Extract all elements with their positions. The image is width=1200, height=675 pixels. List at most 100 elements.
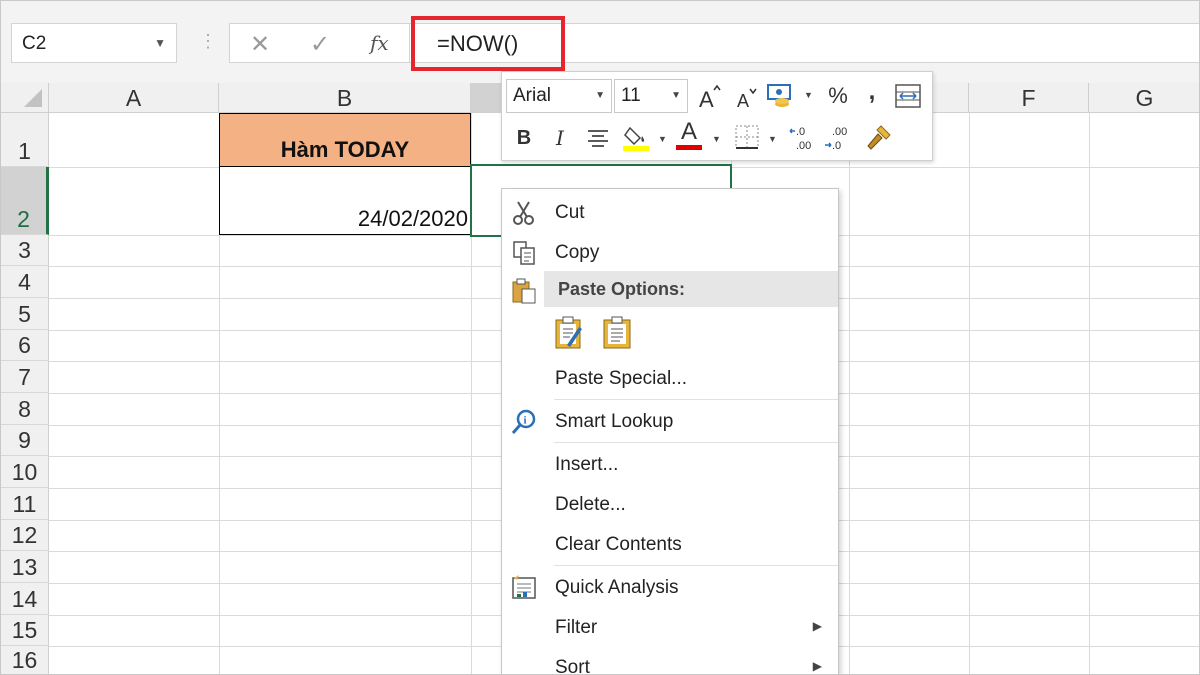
- chevron-down-icon[interactable]: ▼: [154, 36, 166, 50]
- menu-item-label: Cut: [555, 202, 585, 223]
- cell-b2[interactable]: 24/02/2020: [219, 166, 471, 235]
- mini-toolbar: Arial ▼ 11 ▼ A A ▼ % , B I ▼ A ▼ ▼ .0.00…: [501, 71, 933, 161]
- borders-icon[interactable]: [734, 124, 760, 150]
- svg-text:i: i: [524, 415, 527, 427]
- font-color-swatch: [676, 145, 702, 150]
- svg-text:.0: .0: [796, 126, 805, 138]
- fill-color-icon[interactable]: [622, 122, 652, 152]
- menu-item-label: Clear Contents: [555, 534, 682, 555]
- align-center-icon[interactable]: [586, 126, 610, 150]
- smart-lookup-icon: i: [511, 409, 536, 434]
- increase-decimal-icon[interactable]: .0.00: [788, 124, 818, 152]
- font-size-box[interactable]: 11 ▼: [614, 79, 688, 113]
- row-header-3[interactable]: 3: [1, 235, 49, 266]
- row-header-8[interactable]: 8: [1, 393, 49, 425]
- row-header-11[interactable]: 11: [1, 488, 49, 520]
- name-box-value: C2: [22, 33, 47, 54]
- row-header-2[interactable]: 2: [1, 167, 49, 235]
- merge-center-icon[interactable]: [894, 82, 922, 110]
- row-header-13[interactable]: 13: [1, 551, 49, 583]
- menu-item-label: Quick Analysis: [555, 577, 679, 598]
- menu-item-label: Paste Special...: [555, 368, 688, 389]
- chevron-down-icon[interactable]: ▼: [712, 134, 721, 144]
- svg-text:A: A: [699, 87, 714, 110]
- name-box[interactable]: C2 ▼: [11, 23, 177, 63]
- comma-style-button[interactable]: ,: [862, 80, 882, 104]
- row-header-9[interactable]: 9: [1, 425, 49, 456]
- row-header-10[interactable]: 10: [1, 456, 49, 488]
- menu-item-label: Copy: [555, 242, 600, 263]
- paste-values-icon[interactable]: [600, 315, 636, 351]
- row-header-14[interactable]: 14: [1, 583, 49, 615]
- menu-item-delete[interactable]: Delete...: [502, 485, 838, 523]
- chevron-right-icon: ▶: [812, 659, 822, 673]
- context-menu: Cut Copy Paste Options: Paste Special...…: [501, 188, 839, 675]
- chevron-right-icon: ▶: [812, 619, 822, 633]
- menu-item-clear-contents[interactable]: Clear Contents: [502, 525, 838, 563]
- svg-text:.0: .0: [832, 140, 841, 152]
- menu-item-sort[interactable]: Sort ▶: [502, 648, 838, 675]
- drag-handle-icon[interactable]: ⋮: [199, 31, 217, 52]
- column-header-g[interactable]: G: [1089, 83, 1199, 113]
- chevron-down-icon[interactable]: ▼: [658, 134, 667, 144]
- increase-font-size-icon[interactable]: A: [698, 84, 722, 110]
- gridline: [1089, 113, 1090, 674]
- accounting-format-icon[interactable]: [766, 82, 796, 110]
- menu-item-label: Insert...: [555, 454, 619, 475]
- menu-item-label: Delete...: [555, 494, 626, 515]
- cell-b1[interactable]: Hàm TODAY: [219, 113, 471, 167]
- menu-item-copy[interactable]: Copy: [502, 233, 838, 271]
- select-all-button[interactable]: [1, 83, 49, 113]
- format-painter-icon[interactable]: [864, 122, 894, 152]
- row-header-7[interactable]: 7: [1, 361, 49, 393]
- paste-icon: [512, 278, 536, 304]
- row-header-15[interactable]: 15: [1, 615, 49, 646]
- menu-item-filter[interactable]: Filter ▶: [502, 608, 838, 646]
- row-header-5[interactable]: 5: [1, 298, 49, 330]
- cancel-icon[interactable]: ✕: [250, 30, 270, 59]
- menu-separator: [554, 565, 838, 566]
- row-header-12[interactable]: 12: [1, 520, 49, 551]
- column-header-a[interactable]: A: [49, 83, 219, 113]
- row-header-4[interactable]: 4: [1, 266, 49, 298]
- svg-text:.00: .00: [832, 126, 847, 138]
- excel-window: C2 ▼ ⋮ ✕ ✓ fx =NOW() A B C D E F G: [0, 0, 1200, 675]
- column-header-f[interactable]: F: [969, 83, 1089, 113]
- menu-separator: [554, 442, 838, 443]
- percent-style-button[interactable]: %: [824, 84, 852, 108]
- menu-item-label: Smart Lookup: [555, 411, 674, 432]
- row-header-6[interactable]: 6: [1, 330, 49, 361]
- cell-b1-text: Hàm TODAY: [280, 137, 410, 162]
- bold-button[interactable]: B: [514, 126, 534, 150]
- decrease-decimal-icon[interactable]: .00.0: [824, 124, 854, 152]
- row-header-16[interactable]: 16: [1, 646, 49, 674]
- chevron-down-icon[interactable]: ▼: [804, 90, 813, 100]
- column-header-b[interactable]: B: [219, 83, 471, 113]
- paste-keep-formatting-icon[interactable]: [552, 315, 588, 351]
- menu-separator: [554, 399, 838, 400]
- font-color-button[interactable]: A: [676, 120, 702, 150]
- enter-icon[interactable]: ✓: [310, 30, 330, 59]
- row-header-1[interactable]: 1: [1, 113, 49, 167]
- italic-button[interactable]: I: [550, 126, 570, 150]
- menu-item-paste-special[interactable]: Paste Special...: [502, 359, 838, 397]
- paste-options-label: Paste Options:: [558, 279, 686, 299]
- chevron-down-icon[interactable]: ▼: [768, 134, 777, 144]
- paste-options-header: Paste Options:: [544, 271, 838, 307]
- menu-item-quick-analysis[interactable]: Quick Analysis: [502, 568, 838, 606]
- scissors-icon: [513, 201, 534, 225]
- decrease-font-size-icon[interactable]: A: [736, 86, 758, 110]
- menu-item-smart-lookup[interactable]: i Smart Lookup: [502, 402, 838, 440]
- insert-function-button[interactable]: fx: [370, 31, 389, 55]
- formula-buttons: ✕ ✓ fx: [229, 23, 409, 63]
- font-size-value: 11: [621, 85, 641, 106]
- font-name-box[interactable]: Arial ▼: [506, 79, 612, 113]
- formula-highlight-box: [411, 16, 565, 71]
- gridline: [969, 113, 970, 674]
- gridline: [849, 113, 850, 674]
- menu-item-cut[interactable]: Cut: [502, 193, 838, 231]
- chevron-down-icon[interactable]: ▼: [595, 90, 605, 101]
- menu-item-label: Sort: [555, 657, 590, 675]
- chevron-down-icon[interactable]: ▼: [671, 90, 681, 101]
- menu-item-insert[interactable]: Insert...: [502, 445, 838, 483]
